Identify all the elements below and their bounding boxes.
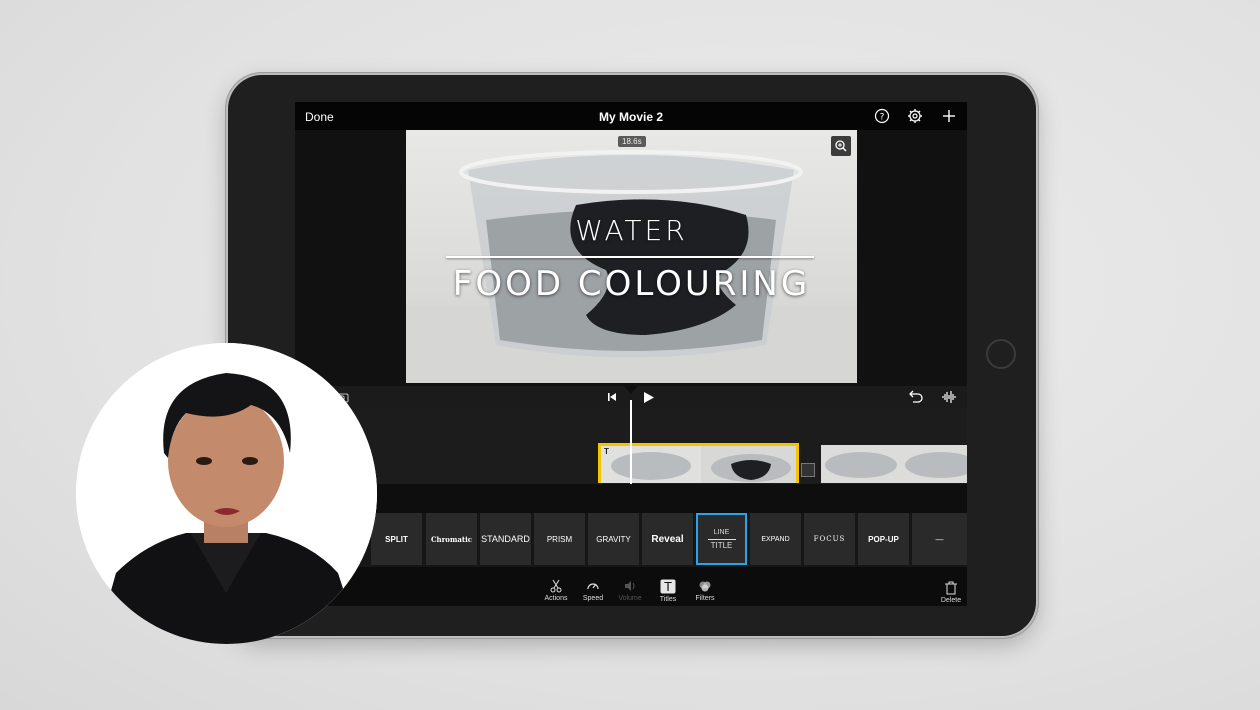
clip-thumbnails-2 (825, 452, 967, 478)
style-label: EXPAND (761, 535, 790, 543)
help-icon[interactable]: ? (874, 108, 890, 124)
title-marker-icon: T (604, 447, 609, 456)
title-style-more[interactable]: — (912, 513, 967, 565)
title-style-expand[interactable]: EXPAND (750, 513, 801, 565)
titles-tool[interactable]: T Titles (648, 579, 688, 603)
filters-label: Filters (695, 595, 715, 602)
speed-tool[interactable]: Speed (573, 579, 613, 602)
title-style-focus[interactable]: FOCUS (804, 513, 855, 565)
scissors-icon (550, 579, 562, 593)
selected-video-clip[interactable]: T (598, 443, 799, 483)
audio-waveform-icon[interactable] (941, 390, 957, 404)
title-divider-line (446, 256, 814, 258)
style-label: Reveal (651, 533, 684, 545)
style-label-line1: LINE (713, 528, 730, 536)
style-label: — (935, 534, 944, 544)
filters-tool[interactable]: Filters (685, 579, 725, 602)
title-text-line2: FOOD COLOURING (452, 264, 811, 304)
transition-button[interactable] (801, 463, 815, 477)
actions-label: Actions (544, 595, 568, 602)
playhead-marker (624, 386, 638, 394)
zoom-button[interactable] (831, 136, 851, 156)
title-style-gravity[interactable]: GRAVITY (588, 513, 639, 565)
svg-text:T: T (663, 580, 672, 594)
title-style-pop-up[interactable]: POP-UP (858, 513, 909, 565)
style-label: PRISM (546, 534, 573, 544)
play-icon[interactable] (643, 391, 655, 404)
presenter-avatar (76, 343, 377, 644)
style-label: POP-UP (868, 534, 899, 544)
title-style-chromatic[interactable]: Chromatic (426, 513, 477, 565)
skip-to-start-icon[interactable] (607, 392, 617, 402)
video-preview[interactable]: 18.6s WATER FOOD COLOURING (406, 130, 857, 383)
title-styles-row: SPLIT Chromatic STANDARD PRISM GRAVITY R… (295, 513, 967, 567)
title-style-reveal[interactable]: Reveal (642, 513, 693, 565)
volume-label: Volume (618, 595, 642, 602)
speed-label: Speed (582, 595, 604, 602)
actions-tool[interactable]: Actions (536, 579, 576, 602)
delete-tool[interactable]: Delete (931, 581, 967, 604)
home-button[interactable] (986, 339, 1016, 369)
style-label: FOCUS (813, 535, 846, 543)
imovie-screen: Done My Movie 2 ? 18.6s WATER FOOD COLOU… (295, 102, 967, 606)
top-bar: Done My Movie 2 ? (295, 102, 967, 130)
magnifier-icon (835, 140, 847, 152)
titles-label: Titles (659, 596, 677, 603)
duration-badge: 18.6s (618, 136, 646, 147)
style-label: SPLIT (385, 534, 408, 544)
trash-icon (945, 581, 957, 595)
undo-icon[interactable] (907, 390, 923, 404)
settings-gear-icon[interactable] (907, 108, 923, 124)
title-style-prism[interactable]: PRISM (534, 513, 585, 565)
presenter-portrait (76, 343, 377, 644)
speedometer-icon (587, 583, 599, 590)
title-style-standard[interactable]: STANDARD (480, 513, 531, 565)
project-title: My Movie 2 (598, 110, 664, 124)
title-text-line1: WATER (575, 214, 688, 247)
next-video-clip[interactable] (821, 445, 967, 483)
titles-t-icon: T (660, 579, 676, 594)
volume-tool[interactable]: Volume (610, 579, 650, 602)
title-style-line-title[interactable]: LINE TITLE (696, 513, 747, 565)
style-label: GRAVITY (596, 534, 631, 544)
add-plus-icon[interactable] (941, 108, 957, 124)
title-style-split[interactable]: SPLIT (371, 513, 422, 565)
style-label-line2: TITLE (710, 540, 733, 550)
style-label: STANDARD (481, 534, 530, 544)
svg-text:?: ? (880, 113, 885, 123)
style-label: Chromatic (430, 534, 473, 544)
playhead[interactable] (630, 400, 632, 484)
delete-label: Delete (940, 597, 962, 604)
speaker-icon (625, 581, 635, 591)
filters-circles-icon (699, 581, 711, 592)
bottom-toolbar: Actions Speed Volume T Titles Filters De… (295, 567, 967, 606)
